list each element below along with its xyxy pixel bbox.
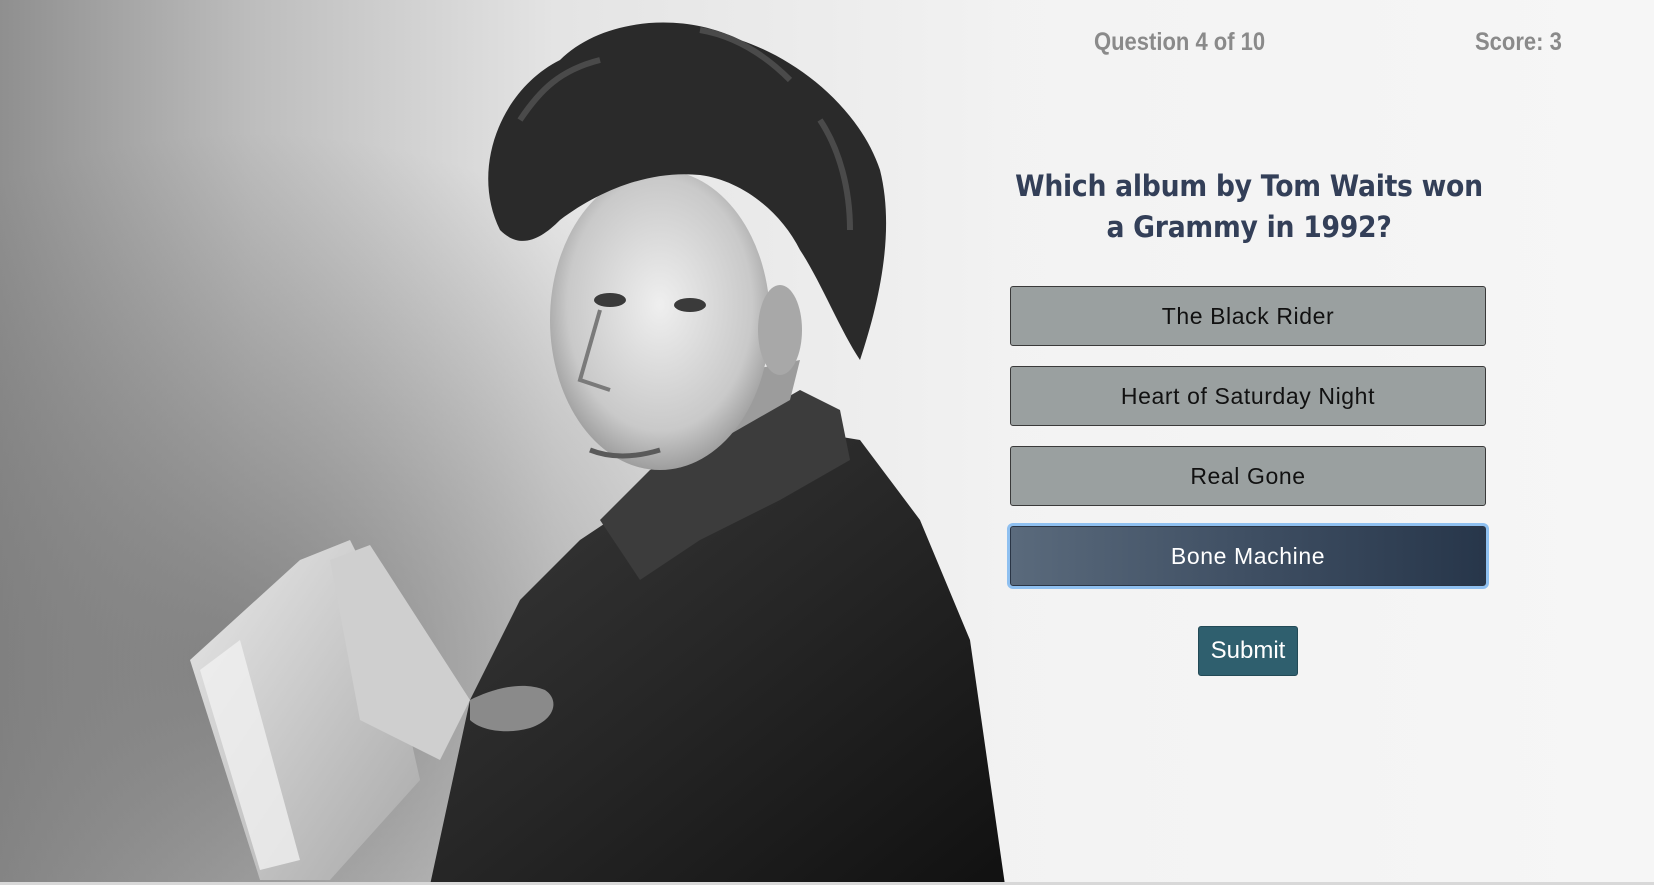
answer-option-1[interactable]: The Black Rider	[1010, 286, 1486, 346]
answer-option-3[interactable]: Real Gone	[1010, 446, 1486, 506]
answer-option-2[interactable]: Heart of Saturday Night	[1010, 366, 1486, 426]
question-counter: Question 4 of 10	[1094, 28, 1266, 56]
quiz-page: Question 4 of 10 Score: 3 Which album by…	[0, 0, 1654, 885]
artist-photo	[0, 0, 1010, 885]
quiz-header: Question 4 of 10 Score: 3	[1000, 24, 1600, 64]
answer-list: The Black Rider Heart of Saturday Night …	[1010, 286, 1486, 606]
submit-button[interactable]: Submit	[1198, 626, 1298, 676]
score-display: Score: 3	[1475, 28, 1562, 56]
answer-option-4[interactable]: Bone Machine	[1010, 526, 1486, 586]
question-text: Which album by Tom Waits won a Grammy in…	[1015, 169, 1483, 244]
